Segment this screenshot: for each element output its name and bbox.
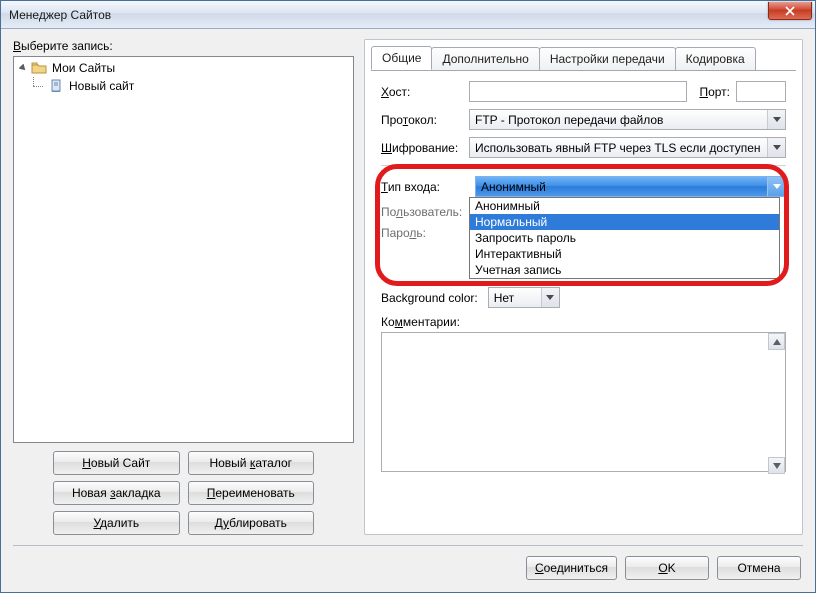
divider bbox=[381, 165, 786, 166]
tree-root-label: Мои Сайты bbox=[50, 61, 117, 75]
encryption-value: Использовать явный FTP через TLS если до… bbox=[475, 141, 761, 155]
close-icon bbox=[785, 6, 795, 16]
logon-option[interactable]: Нормальный bbox=[470, 214, 779, 230]
protocol-row: Протокол: FTP - Протокол передачи файлов bbox=[381, 109, 786, 130]
tab-general[interactable]: Общие bbox=[371, 46, 432, 70]
bgcolor-label: Background color: bbox=[381, 291, 478, 305]
main-area: Выберите запись: Мои Сайты bbox=[13, 39, 803, 535]
protocol-value: FTP - Протокол передачи файлов bbox=[475, 113, 663, 127]
encryption-label: Шифрование: bbox=[381, 141, 463, 155]
chevron-down-icon bbox=[767, 110, 785, 129]
bgcolor-combo[interactable]: Нет bbox=[488, 287, 560, 308]
collapse-icon[interactable] bbox=[18, 63, 28, 73]
encryption-row: Шифрование: Использовать явный FTP через… bbox=[381, 137, 786, 158]
window-title: Менеджер Сайтов bbox=[9, 8, 111, 22]
logon-label: Тип входа: bbox=[381, 180, 469, 194]
tab-transfer[interactable]: Настройки передачи bbox=[539, 47, 676, 71]
left-pane: Выберите запись: Мои Сайты bbox=[13, 39, 354, 535]
footer-bar: Соединиться OK Отмена bbox=[13, 556, 803, 580]
tree-root-row[interactable]: Мои Сайты bbox=[18, 59, 349, 77]
chevron-down-icon bbox=[541, 288, 559, 307]
comments-textarea[interactable] bbox=[381, 332, 786, 472]
new-folder-button[interactable]: Новый каталог bbox=[188, 451, 315, 475]
protocol-combo[interactable]: FTP - Протокол передачи файлов bbox=[469, 109, 786, 130]
logon-type-combo[interactable]: Анонимный bbox=[475, 176, 786, 197]
bgcolor-row: Background color: Нет bbox=[381, 287, 786, 308]
delete-button[interactable]: Удалить bbox=[53, 511, 180, 535]
host-row: Хост: Порт: bbox=[381, 81, 786, 102]
port-input[interactable] bbox=[736, 81, 786, 102]
ok-button[interactable]: OK bbox=[625, 556, 709, 580]
footer-divider bbox=[13, 545, 803, 546]
pass-label: Пароль: bbox=[381, 226, 469, 240]
comments-wrap bbox=[381, 332, 786, 475]
logon-option[interactable]: Запросить пароль bbox=[470, 230, 779, 246]
host-label: Хост: bbox=[381, 85, 463, 99]
logon-option[interactable]: Анонимный bbox=[470, 198, 779, 214]
tree-child-row[interactable]: Новый сайт bbox=[18, 77, 349, 95]
site-tree[interactable]: Мои Сайты Новый сайт bbox=[13, 56, 354, 443]
new-site-button[interactable]: Новый Сайт bbox=[53, 451, 180, 475]
cancel-button[interactable]: Отмена bbox=[717, 556, 801, 580]
host-input[interactable] bbox=[469, 81, 687, 102]
logon-option[interactable]: Интерактивный bbox=[470, 246, 779, 262]
tree-child-label: Новый сайт bbox=[67, 79, 136, 93]
right-pane: Общие Дополнительно Настройки передачи К… bbox=[364, 39, 803, 535]
left-buttons: Новый Сайт Новый каталог Новая закладка … bbox=[13, 451, 354, 535]
port-label: Порт: bbox=[699, 85, 730, 99]
scroll-up-button[interactable] bbox=[768, 333, 785, 350]
select-entry-label: Выберите запись: bbox=[13, 39, 354, 53]
duplicate-button[interactable]: Дублировать bbox=[188, 511, 315, 535]
user-label: Пользователь: bbox=[381, 205, 469, 219]
chevron-down-icon bbox=[767, 177, 785, 196]
connect-button[interactable]: Соединиться bbox=[526, 556, 617, 580]
logon-option[interactable]: Учетная запись bbox=[470, 262, 779, 278]
tree-connector bbox=[29, 77, 45, 95]
tab-strip: Общие Дополнительно Настройки передачи К… bbox=[365, 40, 802, 70]
encryption-combo[interactable]: Использовать явный FTP через TLS если до… bbox=[469, 137, 786, 158]
logon-selected: Анонимный bbox=[481, 180, 546, 194]
client-area: Выберите запись: Мои Сайты bbox=[1, 29, 815, 592]
titlebar: Менеджер Сайтов bbox=[1, 1, 815, 29]
logon-zone: Тип входа: Анонимный АнонимныйНормальный… bbox=[381, 176, 786, 240]
logon-row: Тип входа: Анонимный bbox=[381, 176, 786, 197]
tab-advanced[interactable]: Дополнительно bbox=[431, 47, 539, 71]
folder-icon bbox=[31, 60, 47, 76]
chevron-down-icon bbox=[767, 138, 785, 157]
new-bookmark-button[interactable]: Новая закладка bbox=[53, 481, 180, 505]
comments-label: Комментарии: bbox=[381, 315, 786, 329]
tab-body-general: Хост: Порт: Протокол: FTP - Протокол пер… bbox=[371, 70, 796, 528]
server-icon bbox=[48, 78, 64, 94]
protocol-label: Протокол: bbox=[381, 113, 463, 127]
logon-type-dropdown[interactable]: АнонимныйНормальныйЗапросить парольИнтер… bbox=[469, 197, 780, 279]
site-manager-window: Менеджер Сайтов Выберите запись: bbox=[0, 0, 816, 593]
close-button[interactable] bbox=[768, 2, 812, 20]
tab-charset[interactable]: Кодировка bbox=[675, 47, 756, 71]
scroll-down-button[interactable] bbox=[768, 457, 785, 474]
bgcolor-value: Нет bbox=[494, 291, 514, 305]
rename-button[interactable]: Переименовать bbox=[188, 481, 315, 505]
